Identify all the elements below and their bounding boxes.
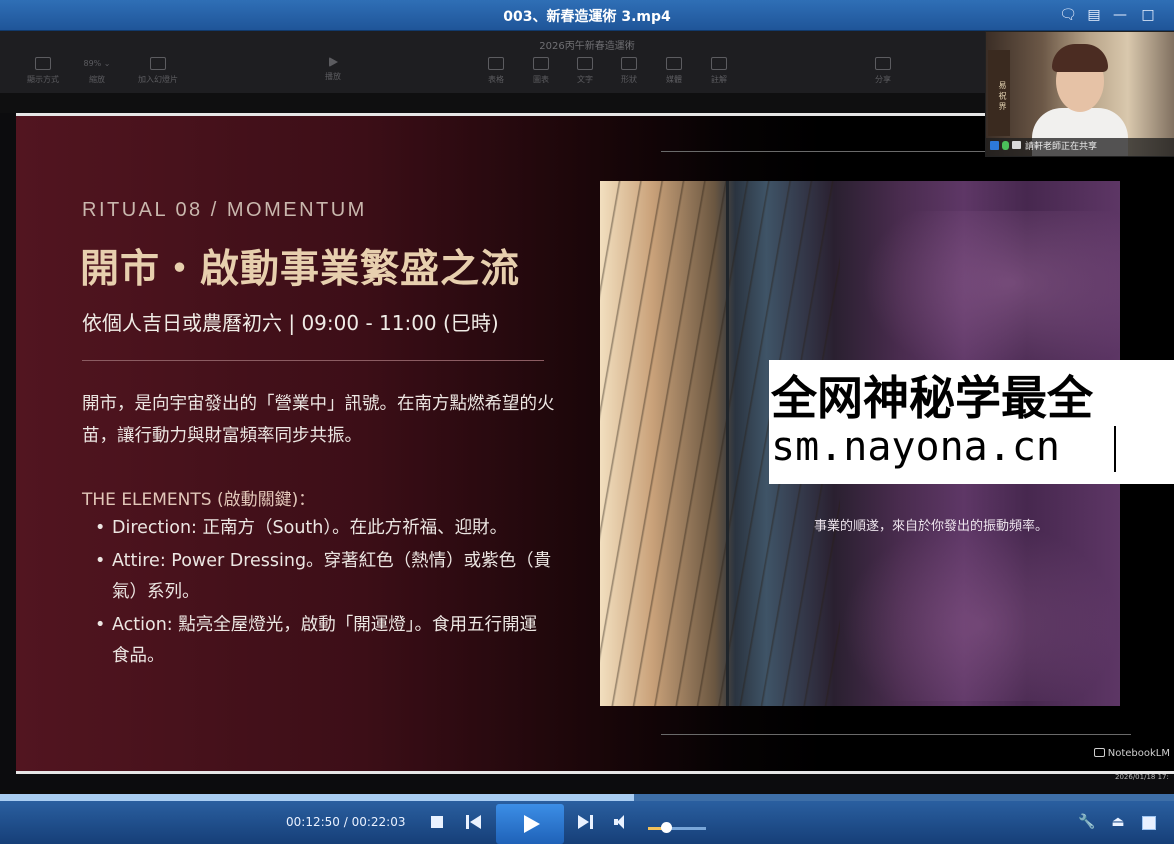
volume-icon[interactable] — [614, 815, 628, 829]
current-time: 00:12:50 — [286, 815, 340, 829]
text-icon — [577, 57, 593, 70]
fullscreen-icon[interactable] — [1142, 816, 1156, 830]
settings-icon[interactable]: 🔧 — [1078, 814, 1095, 830]
shape-icon — [621, 57, 637, 70]
text-caret — [1114, 426, 1116, 472]
slide-ritual-label: RITUAL 08 / MOMENTUM — [82, 199, 367, 221]
window-title: 003、新春造運術 3.mp4 — [503, 9, 671, 25]
elements-list: Direction: 正南方（South）。在此方祈福、迎財。 Attire: … — [92, 513, 552, 674]
watermark-line-1: 全网神秘学最全 — [771, 371, 1093, 425]
notebooklm-icon — [1093, 748, 1105, 757]
view-icon — [35, 57, 51, 70]
toolbar-play: 播放 — [310, 57, 356, 82]
notebooklm-brand: NotebookLM — [1093, 748, 1170, 759]
table-icon — [488, 57, 504, 70]
webcam-sign: 易 祝 界 — [988, 50, 1010, 136]
chart-icon — [533, 57, 549, 70]
webcam-inset[interactable]: 易 祝 界 請軒老師正在共享 — [985, 31, 1174, 157]
toolbar-comment: 註解 — [696, 57, 742, 85]
share-icon — [875, 57, 891, 70]
total-time: 00:22:03 — [351, 815, 406, 829]
toolbar-view: 顯示方式 — [20, 57, 66, 85]
sharing-status-text: 請軒老師正在共享 — [1025, 142, 1098, 152]
list-item: Direction: 正南方（South）。在此方祈福、迎財。 — [92, 513, 552, 545]
toolbar-table: 表格 — [473, 57, 519, 85]
comment-icon — [711, 57, 727, 70]
slide-paragraph: 開市，是向宇宙發出的「營業中」訊號。在南方點燃希望的火苗，讓行動力與財富頻率同步… — [82, 394, 555, 446]
window-title-bar: 003、新春造運術 3.mp4 🗨 ▤ — □ — [0, 0, 1174, 31]
slide-divider — [82, 360, 544, 361]
toolbar-add-slide: 加入幻燈片 — [135, 57, 181, 85]
slide-headline: 開市・啟動事業繁盛之流 — [80, 246, 521, 292]
next-button[interactable] — [578, 815, 594, 829]
date-stamp: 2026/01/18 17: — [1115, 773, 1169, 781]
toolbar-shape: 形狀 — [606, 57, 652, 85]
toolbar-zoom: 89% ⌄ 縮放 — [83, 59, 111, 84]
slide-rule-bottom — [661, 734, 1131, 735]
seek-bar-progress — [0, 794, 634, 801]
toolbar-share: 分享 — [860, 57, 906, 85]
toolbar-media: 媒體 — [651, 57, 697, 85]
mic-icon — [1002, 141, 1009, 150]
maximize-button[interactable]: □ — [1138, 5, 1158, 25]
menu-icon[interactable]: ▤ — [1084, 5, 1104, 25]
minimize-button[interactable]: — — [1110, 5, 1130, 25]
elements-heading: THE ELEMENTS (啟動關鍵)： — [82, 490, 316, 510]
chat-icon[interactable]: 🗨 — [1058, 5, 1078, 25]
list-item: Action: 點亮全屋燈光，啟動「開運燈」。食用五行開運食品。 — [92, 610, 552, 673]
screen-share-icon — [1012, 141, 1021, 149]
user-icon — [990, 141, 999, 150]
photo-caption: 事業的順遂，來自於你發出的振動頻率。 — [814, 519, 1049, 534]
media-icon — [666, 57, 682, 70]
play-button[interactable] — [496, 804, 564, 844]
time-display: 00:12:50 / 00:22:03 — [286, 815, 406, 829]
stop-button[interactable] — [431, 816, 443, 828]
volume-handle[interactable] — [661, 822, 672, 833]
play-icon — [328, 57, 338, 67]
watermark-overlay: 全网神秘学最全 sm.nayona.cn — [769, 360, 1174, 484]
list-item: Attire: Power Dressing。穿著紅色（熱情）或紫色（貴氣）系列… — [92, 546, 552, 609]
eject-icon[interactable]: ⏏ — [1110, 814, 1126, 830]
sharing-status-bar: 請軒老師正在共享 — [986, 138, 1174, 156]
previous-button[interactable] — [466, 815, 482, 829]
add-slide-icon — [150, 57, 166, 70]
slide-subline: 依個人吉日或農曆初六 | 09:00 - 11:00 (巳時) — [82, 311, 499, 335]
player-controls: 00:12:50 / 00:22:03 🔧 ⏏ — [0, 801, 1174, 844]
toolbar-text: 文字 — [562, 57, 608, 85]
toolbar-chart: 圖表 — [518, 57, 564, 85]
presenter-hair — [1052, 44, 1108, 72]
watermark-line-2: sm.nayona.cn — [771, 424, 1060, 470]
